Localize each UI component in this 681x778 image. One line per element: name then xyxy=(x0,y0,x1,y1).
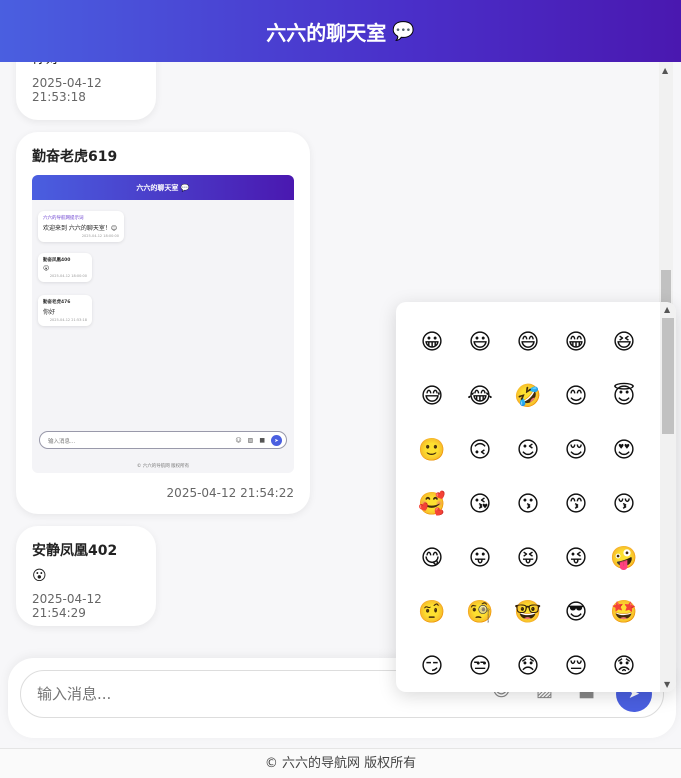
chat-header: 六六的聊天室 💬 xyxy=(0,0,681,62)
emoji-option[interactable]: 😉 xyxy=(504,428,552,472)
video-icon: ■ xyxy=(259,437,265,444)
speech-bubble-icon: 💬 xyxy=(392,20,415,42)
emoji-picker: 😀 😃 😄 😁 😆 😅 😂 🤣 😊 😇 🙂 🙃 😉 😌 😍 🥰 😘 😗 😙 😚 😋 😛 😝 😜 🤪 🤨 🧐 🤓 😎 🤩 😏 😒 😞 😔 😟 ▲ ▼ xyxy=(396,302,676,692)
message-time: 2025-04-12 21:53:18 xyxy=(32,76,102,104)
message-sender: 安静凤凰402 xyxy=(32,543,118,559)
scroll-up-arrow-icon[interactable]: ▲ xyxy=(664,305,670,314)
emoji-option[interactable]: 😜 xyxy=(552,536,600,580)
emoji-option[interactable]: 😌 xyxy=(552,428,600,472)
emoji-option[interactable]: 🤩 xyxy=(600,590,648,634)
emoji-option[interactable]: 🤣 xyxy=(504,374,552,418)
copyright-footer: © 六六的导航网 版权所有 xyxy=(0,748,681,778)
message-image[interactable]: 六六的聊天室 💬 六六的导航网提示词 欢迎来到 六六的聊天室！😊 2025-04… xyxy=(32,175,294,473)
emoji-option[interactable]: 🙃 xyxy=(456,428,504,472)
image-bubble-text: 😮 xyxy=(43,265,50,272)
emoji-option[interactable]: 😄 xyxy=(504,320,552,364)
image-input: 输入消息... ☺ ▨ ■ ➤ xyxy=(39,431,287,449)
image-bubble: 勤奋老虎476 你好 2025-04-12 21:53:18 xyxy=(38,295,92,326)
image-icon: ▨ xyxy=(247,437,254,444)
image-bubble-time: 2025-04-12 18:00:00 xyxy=(81,234,119,238)
message-bubble: 安静凤凰402 😮 2025-04-12 21:54:29 xyxy=(16,526,156,626)
emoji-option[interactable]: 😋 xyxy=(408,536,456,580)
emoji-option[interactable]: 😛 xyxy=(456,536,504,580)
emoji-option[interactable]: 😟 xyxy=(600,644,648,688)
emoji-option[interactable]: 😚 xyxy=(600,482,648,526)
emoji-option[interactable]: 🙂 xyxy=(408,428,456,472)
emoji-option[interactable]: 😒 xyxy=(456,644,504,688)
message-bubble: 你好 2025-04-12 21:53:18 xyxy=(16,62,156,120)
emoji-option[interactable]: 😃 xyxy=(456,320,504,364)
message-time: 2025-04-12 21:54:29 xyxy=(32,592,102,620)
emoji-option[interactable]: 😘 xyxy=(456,482,504,526)
emoji-option[interactable]: 😀 xyxy=(408,320,456,364)
emoji-scrollbar[interactable]: ▲ ▼ xyxy=(660,302,676,692)
emoji-option[interactable]: 😆 xyxy=(600,320,648,364)
image-bubble-text: 欢迎来到 六六的聊天室！😊 xyxy=(43,225,118,232)
emoji-option[interactable]: 😁 xyxy=(552,320,600,364)
image-header: 六六的聊天室 💬 xyxy=(32,175,294,200)
page-title: 六六的聊天室 xyxy=(266,20,387,45)
scrollbar-thumb[interactable] xyxy=(662,318,674,434)
emoji-option[interactable]: 🤪 xyxy=(600,536,648,580)
scroll-up-arrow-icon[interactable]: ▲ xyxy=(662,66,668,75)
emoji-icon: ☺ xyxy=(235,437,242,444)
image-footer: © 六六的导航网 版权所有 xyxy=(136,464,190,469)
emoji-option[interactable]: 🤨 xyxy=(408,590,456,634)
send-icon: ➤ xyxy=(271,435,282,446)
emoji-option[interactable]: 🥰 xyxy=(408,482,456,526)
scroll-down-arrow-icon[interactable]: ▼ xyxy=(664,680,670,689)
emoji-option[interactable]: 😙 xyxy=(552,482,600,526)
emoji-option[interactable]: 😂 xyxy=(456,374,504,418)
emoji-option[interactable]: 🤓 xyxy=(504,590,552,634)
image-bubble: 六六的导航网提示词 欢迎来到 六六的聊天室！😊 2025-04-12 18:00… xyxy=(38,211,124,242)
image-input-placeholder: 输入消息... xyxy=(48,439,76,445)
emoji-option[interactable]: 😇 xyxy=(600,374,648,418)
image-bubble: 勤奋凤凰400 😮 2025-04-12 18:00:00 xyxy=(38,253,92,282)
image-bubble-time: 2025-04-12 21:53:18 xyxy=(49,318,87,322)
emoji-option[interactable]: 😏 xyxy=(408,644,456,688)
image-bubble-sender: 六六的导航网提示词 xyxy=(43,216,84,221)
message-sender: 勤奋老虎619 xyxy=(32,149,118,165)
image-bubble-time: 2025-04-12 18:00:00 xyxy=(49,274,87,278)
emoji-option[interactable]: 😞 xyxy=(504,644,552,688)
message-time: 2025-04-12 21:54:22 xyxy=(166,486,294,500)
message-text: 😮 xyxy=(32,568,47,584)
emoji-option[interactable]: 😅 xyxy=(408,374,456,418)
emoji-option[interactable]: 😎 xyxy=(552,590,600,634)
emoji-option[interactable]: 🧐 xyxy=(456,590,504,634)
emoji-option[interactable]: 😔 xyxy=(552,644,600,688)
image-bubble-text: 你好 xyxy=(43,309,56,316)
image-bubble-sender: 勤奋凤凰400 xyxy=(43,258,71,263)
emoji-option[interactable]: 😗 xyxy=(504,482,552,526)
emoji-option[interactable]: 😊 xyxy=(552,374,600,418)
emoji-option[interactable]: 😍 xyxy=(600,428,648,472)
emoji-grid: 😀 😃 😄 😁 😆 😅 😂 🤣 😊 😇 🙂 🙃 😉 😌 😍 🥰 😘 😗 😙 😚 😋 😛 😝 😜 🤪 🤨 🧐 🤓 😎 🤩 😏 😒 😞 😔 😟 xyxy=(408,320,648,692)
message-text: 你好 xyxy=(32,62,140,68)
emoji-option[interactable]: 😝 xyxy=(504,536,552,580)
message-bubble: 勤奋老虎619 六六的聊天室 💬 六六的导航网提示词 欢迎来到 六六的聊天室！😊… xyxy=(16,132,310,514)
image-bubble-sender: 勤奋老虎476 xyxy=(43,300,71,305)
